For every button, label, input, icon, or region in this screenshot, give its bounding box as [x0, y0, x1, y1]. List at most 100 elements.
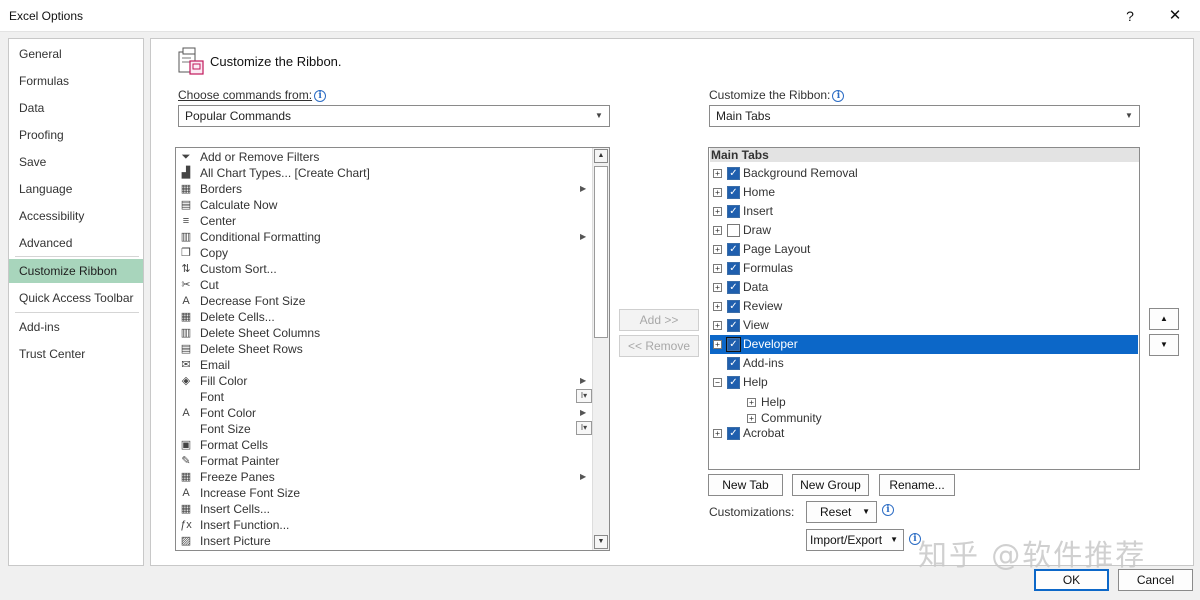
checkbox[interactable]: ✓	[727, 167, 740, 180]
tree-item-home[interactable]: + ✓ Home	[710, 183, 1138, 202]
command-item[interactable]: ▦ Delete Cells...	[178, 309, 588, 325]
expand-icon[interactable]: +	[713, 169, 722, 178]
nav-item-trust-center[interactable]: Trust Center	[9, 342, 143, 366]
checkbox[interactable]: ✓	[727, 319, 740, 332]
expand-icon[interactable]: +	[713, 226, 722, 235]
tree-item-draw[interactable]: + ✓Draw	[710, 221, 1138, 240]
tree-item-review[interactable]: + ✓ Review	[710, 297, 1138, 316]
command-item[interactable]: Font Size I▾	[178, 421, 592, 437]
nav-item-general[interactable]: General	[9, 42, 143, 66]
remove-button[interactable]: << Remove	[619, 335, 699, 357]
command-item[interactable]: ƒx Insert Function...	[178, 517, 588, 533]
move-up-button[interactable]: ▲	[1149, 308, 1179, 330]
scroll-up-button[interactable]: ▲	[594, 149, 608, 163]
checkbox[interactable]: ✓	[727, 186, 740, 199]
choose-commands-dropdown[interactable]: Popular Commands ▼	[178, 105, 610, 127]
ribbon-tabs-tree[interactable]: Main Tabs + ✓ Background Removal + ✓ Home + ✓ In…	[708, 147, 1140, 470]
add-button[interactable]: Add >>	[619, 309, 699, 331]
scroll-thumb[interactable]	[594, 166, 608, 338]
command-item[interactable]: ◈ Fill Color ▶	[178, 373, 588, 389]
command-item[interactable]: ≡ Center	[178, 213, 588, 229]
nav-item-advanced[interactable]: Advanced	[9, 231, 143, 255]
command-item[interactable]: ▨ Insert Picture	[178, 533, 588, 549]
nav-item-quick-access-toolbar[interactable]: Quick Access Toolbar	[9, 286, 143, 310]
nav-item-customize-ribbon[interactable]: Customize Ribbon	[9, 259, 143, 283]
commands-list[interactable]: ▨ Insert Picture ƒx Insert Function... ▦ Inse…	[175, 147, 610, 551]
expand-icon[interactable]: +	[713, 245, 722, 254]
tree-item-help[interactable]: − ✓ Help	[710, 373, 1138, 392]
command-item[interactable]: A Font Color ▶	[178, 405, 588, 421]
checkbox[interactable]: ✓	[726, 337, 741, 352]
command-item[interactable]: ▦ Freeze Panes ▶	[178, 469, 588, 485]
checkbox[interactable]: ✓	[727, 281, 740, 294]
expand-icon[interactable]: +	[713, 302, 722, 311]
command-item[interactable]: ▥ Conditional Formatting ▶	[178, 229, 588, 245]
command-item[interactable]: ▤ Delete Sheet Rows	[178, 341, 588, 357]
nav-item-add-ins[interactable]: Add-ins	[9, 315, 143, 339]
info-icon[interactable]: i	[882, 504, 894, 516]
checkbox[interactable]: ✓	[727, 243, 740, 256]
new-tab-button[interactable]: New Tab	[708, 474, 783, 496]
expand-icon[interactable]: +	[713, 283, 722, 292]
nav-item-accessibility[interactable]: Accessibility	[9, 204, 143, 228]
expand-icon[interactable]: +	[713, 264, 722, 273]
command-item[interactable]: Font I▾	[178, 389, 592, 405]
command-item[interactable]: ✉ Email	[178, 357, 588, 373]
nav-item-language[interactable]: Language	[9, 177, 143, 201]
expand-icon[interactable]: +	[713, 429, 722, 438]
info-icon[interactable]: i	[314, 90, 327, 102]
tree-item-formulas[interactable]: + ✓ Formulas	[710, 259, 1138, 278]
ok-button[interactable]: OK	[1034, 569, 1109, 591]
move-down-button[interactable]: ▼	[1149, 334, 1179, 356]
import-export-dropdown[interactable]: Import/Export ▼	[806, 529, 904, 551]
command-item[interactable]: ▥ Delete Sheet Columns	[178, 325, 588, 341]
command-item[interactable]: ▣ Format Cells	[178, 437, 588, 453]
nav-item-save[interactable]: Save	[9, 150, 143, 174]
checkbox[interactable]: ✓	[727, 300, 740, 313]
checkbox[interactable]: ✓	[727, 262, 740, 275]
checkbox[interactable]: ✓	[727, 357, 740, 370]
customize-ribbon-dropdown[interactable]: Main Tabs ▼	[709, 105, 1140, 127]
info-icon[interactable]: i	[832, 90, 845, 102]
commands-scrollbar[interactable]: ▲ ▼	[592, 148, 609, 550]
nav-item-proofing[interactable]: Proofing	[9, 123, 143, 147]
tree-item-add-ins[interactable]: ✓ Add-ins	[710, 354, 1138, 373]
nav-item-formulas[interactable]: Formulas	[9, 69, 143, 93]
tree-item-insert[interactable]: + ✓ Insert	[710, 202, 1138, 221]
command-item[interactable]: ▦ Borders ▶	[178, 181, 588, 197]
tree-item-data[interactable]: + ✓ Data	[710, 278, 1138, 297]
tree-item-page-layout[interactable]: + ✓ Page Layout	[710, 240, 1138, 259]
tree-item-developer[interactable]: + ✓ Developer	[710, 335, 1138, 354]
reset-dropdown[interactable]: Reset ▼	[806, 501, 877, 523]
checkbox[interactable]: ✓	[727, 427, 740, 440]
expand-icon[interactable]: +	[747, 414, 756, 423]
command-item[interactable]: A Decrease Font Size	[178, 293, 588, 309]
command-item[interactable]: ⏷ Add or Remove Filters	[178, 149, 588, 165]
close-button[interactable]: ✕	[1163, 4, 1187, 28]
tree-item-view[interactable]: + ✓ View	[710, 316, 1138, 335]
expand-icon[interactable]: +	[713, 340, 722, 349]
command-item[interactable]: A Increase Font Size	[178, 485, 588, 501]
command-item[interactable]: ▟ All Chart Types... [Create Chart]	[178, 165, 588, 181]
help-button[interactable]: ?	[1118, 4, 1142, 28]
command-item[interactable]: ▤ Calculate Now	[178, 197, 588, 213]
command-item[interactable]: ⇅ Custom Sort...	[178, 261, 588, 277]
command-item[interactable]: ✎ Format Painter	[178, 453, 588, 469]
checkbox[interactable]: ✓	[727, 376, 740, 389]
new-group-button[interactable]: New Group	[792, 474, 869, 496]
expand-icon[interactable]: +	[713, 321, 722, 330]
scroll-down-button[interactable]: ▼	[594, 535, 608, 549]
checkbox[interactable]: ✓	[727, 205, 740, 218]
nav-item-data[interactable]: Data	[9, 96, 143, 120]
cancel-button[interactable]: Cancel	[1118, 569, 1193, 591]
checkbox[interactable]: ✓	[727, 224, 740, 237]
expand-icon[interactable]: +	[713, 207, 722, 216]
collapse-icon[interactable]: −	[713, 378, 722, 387]
expand-icon[interactable]: +	[713, 188, 722, 197]
tree-item-acrobat[interactable]: + ✓ Acrobat	[710, 424, 1138, 443]
tree-item-background-removal[interactable]: + ✓ Background Removal	[710, 164, 1138, 183]
rename-button[interactable]: Rename...	[879, 474, 955, 496]
command-item[interactable]: ▦ Insert Cells...	[178, 501, 588, 517]
command-item[interactable]: ❐ Copy	[178, 245, 588, 261]
expand-icon[interactable]: +	[747, 398, 756, 407]
